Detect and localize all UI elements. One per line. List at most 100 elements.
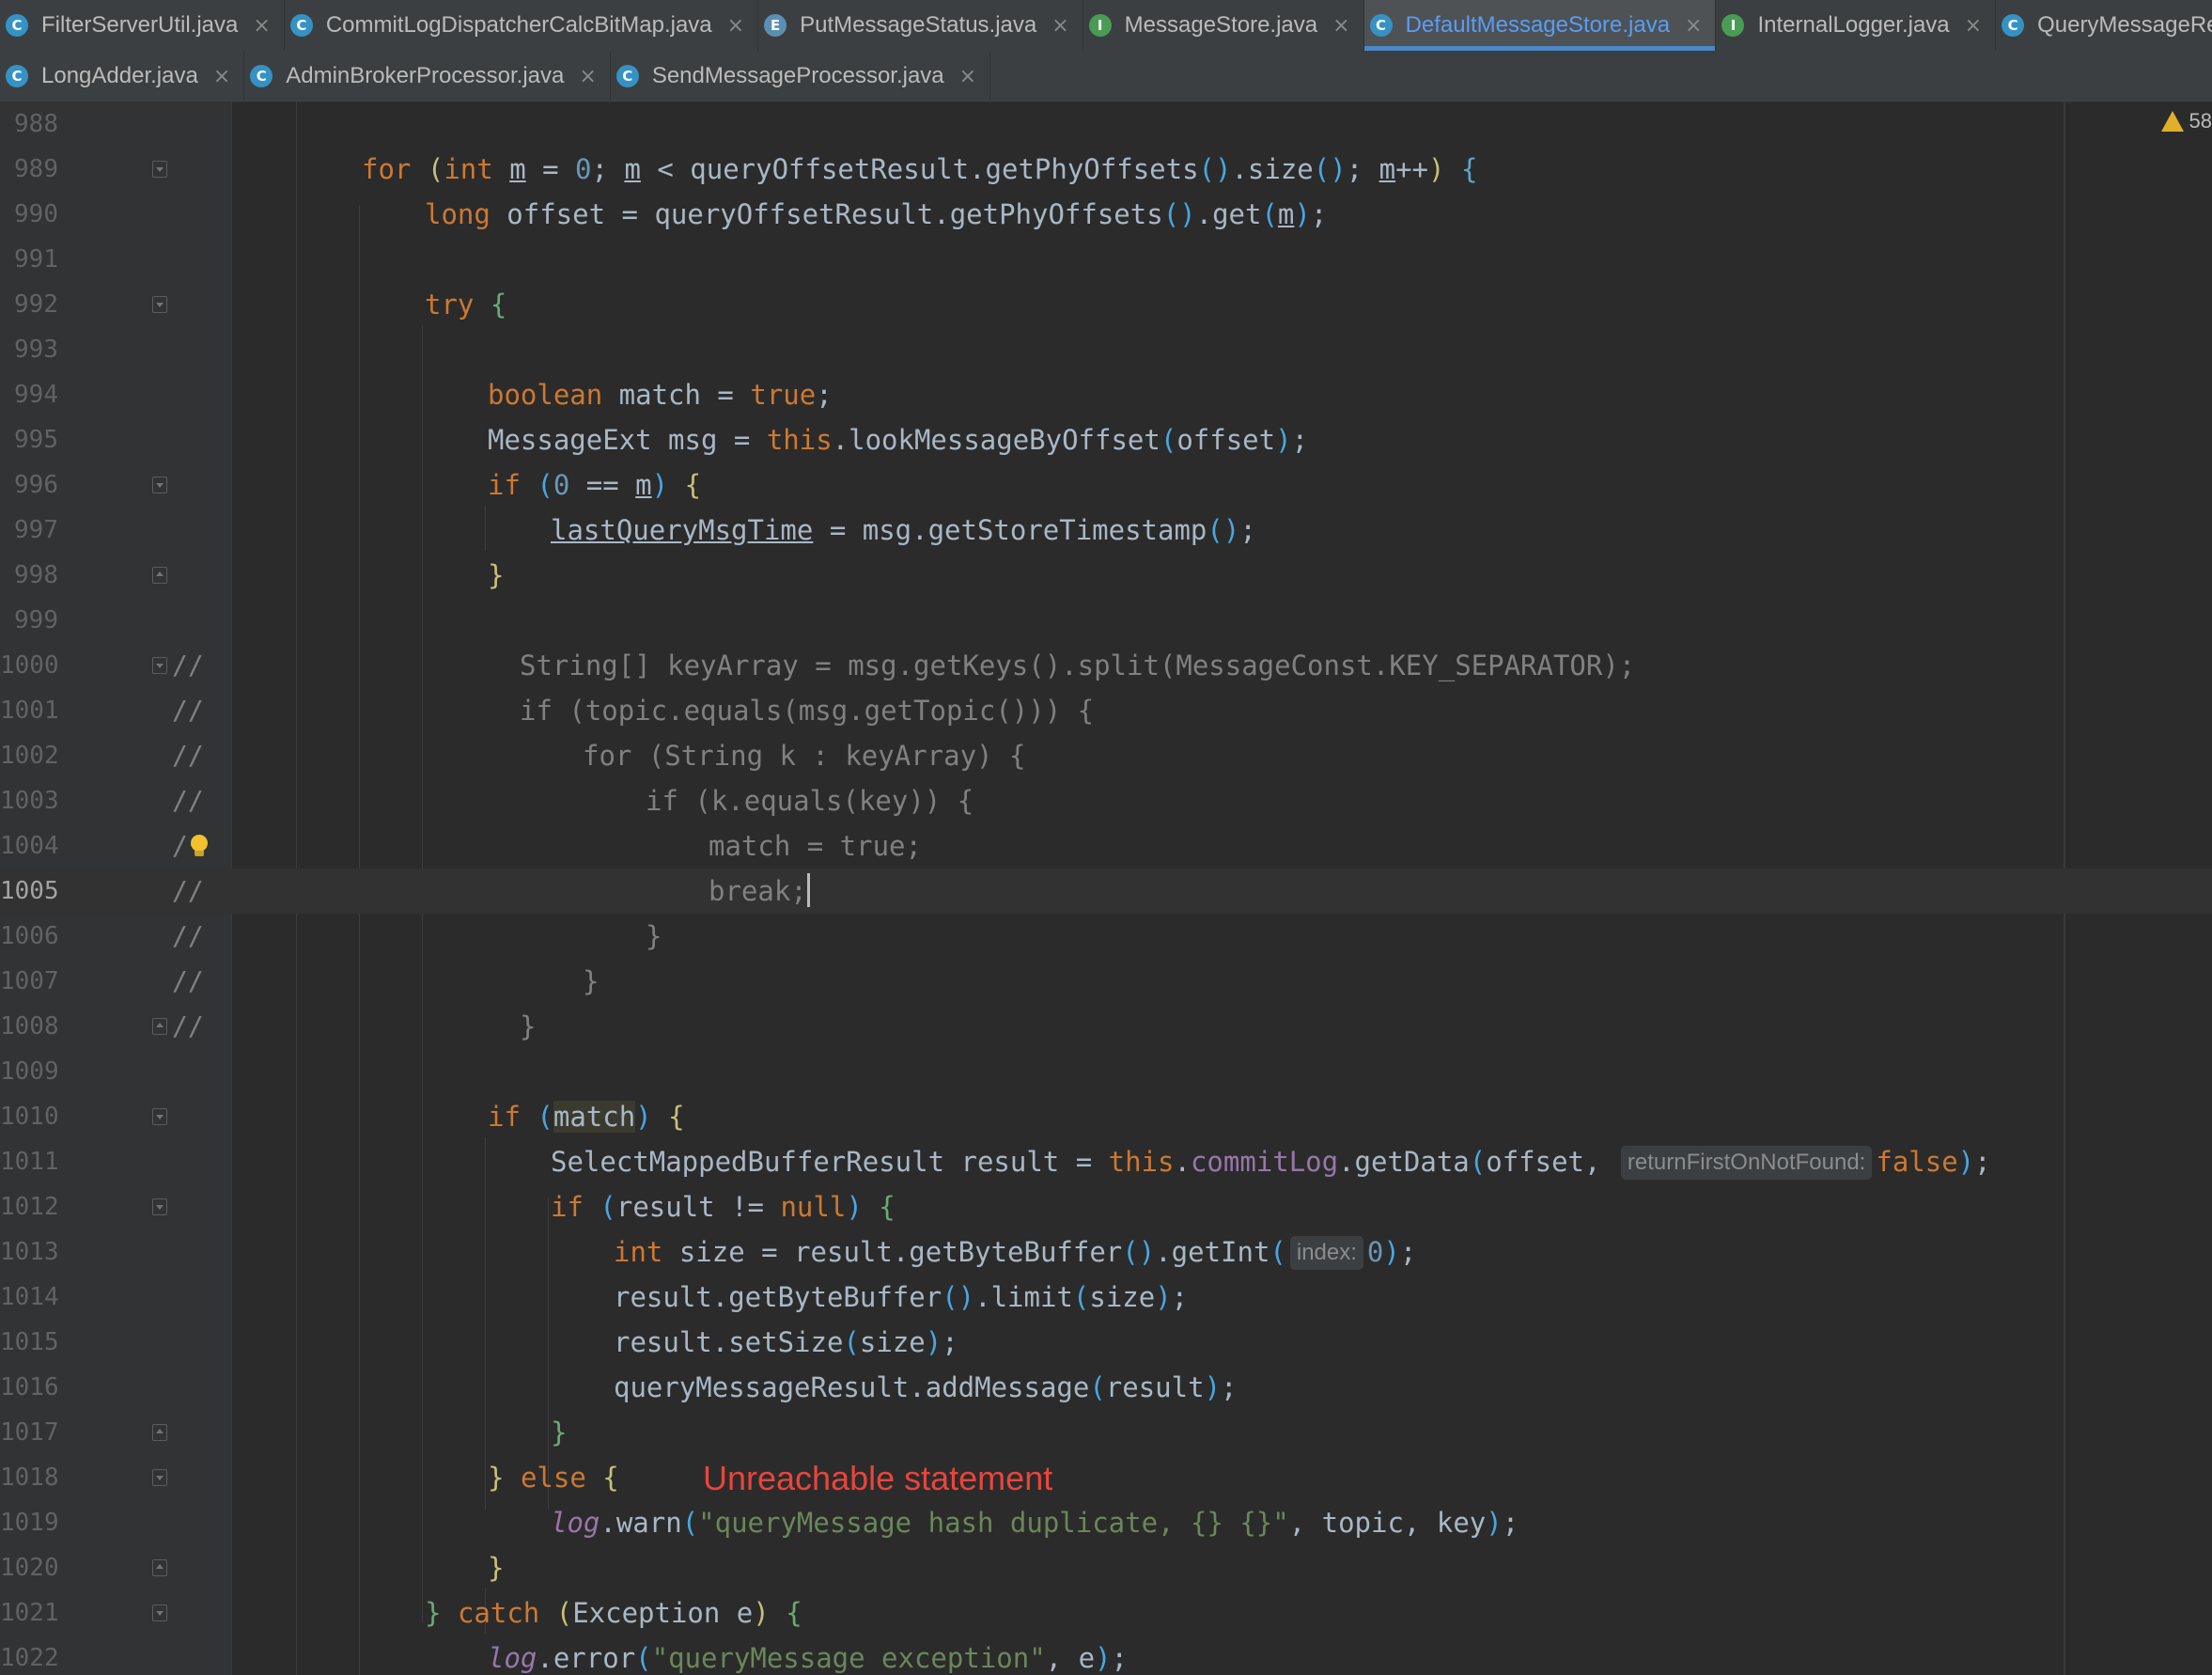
line-number: 1019 xyxy=(0,1509,59,1537)
close-icon[interactable]: × xyxy=(1332,14,1349,38)
code-line[interactable]: 997 lastQueryMsgTime = msg.getStoreTimes… xyxy=(0,508,2212,553)
class-icon: C xyxy=(615,65,639,87)
code-line-current[interactable]: 1005 // break; xyxy=(0,869,2212,914)
code-line[interactable]: 1014 result.getByteBuffer().limit(size); xyxy=(0,1275,2212,1320)
code-line[interactable]: 995 MessageExt msg = this.lookMessageByO… xyxy=(0,417,2212,462)
tab-label: MessageStore.java xyxy=(1124,12,1318,38)
tab-internal-logger[interactable]: I InternalLogger.java × xyxy=(1716,0,1997,51)
code-line[interactable]: 990 long offset = queryOffsetResult.getP… xyxy=(0,192,2212,237)
tab-put-message-status[interactable]: E PutMessageStatus.java × xyxy=(758,0,1083,51)
code-text: lastQueryMsgTime = msg.getStoreTimestamp… xyxy=(551,514,1256,546)
code-line[interactable]: 1000 // String[] keyArray = msg.getKeys(… xyxy=(0,643,2212,688)
code-line[interactable]: 1016 queryMessageResult.addMessage(resul… xyxy=(0,1365,2212,1410)
code-text: queryMessageResult.addMessage(result); xyxy=(614,1371,1238,1403)
code-line[interactable]: 1003 // if (k.equals(key)) { xyxy=(0,778,2212,823)
code-line[interactable]: 1011 SelectMappedBufferResult result = t… xyxy=(0,1139,2212,1184)
line-number: 992 xyxy=(14,290,58,319)
close-icon[interactable]: × xyxy=(213,65,230,88)
code-line[interactable]: 1006 // } xyxy=(0,914,2212,959)
comment-marker: // xyxy=(172,875,204,906)
code-line[interactable]: 1007 // } xyxy=(0,959,2212,1004)
close-icon[interactable]: × xyxy=(727,14,744,38)
code-text: break; xyxy=(709,869,810,914)
code-text: } catch (Exception e) { xyxy=(425,1597,802,1629)
tab-label: SendMessageProcessor.java xyxy=(651,63,944,88)
fold-icon[interactable] xyxy=(152,1108,167,1125)
code-line[interactable]: 993 xyxy=(0,327,2212,372)
close-icon[interactable]: × xyxy=(1965,14,1982,38)
code-line[interactable]: 1020 } xyxy=(0,1545,2212,1590)
line-number: 991 xyxy=(14,245,58,274)
code-text: String[] keyArray = msg.getKeys().split(… xyxy=(520,650,1636,681)
code-line[interactable]: 999 xyxy=(0,598,2212,643)
code-line[interactable]: 1015 result.setSize(size); xyxy=(0,1320,2212,1365)
interface-icon: I xyxy=(1721,14,1745,37)
code-line[interactable]: 991 xyxy=(0,237,2212,282)
line-number: 1004 xyxy=(0,832,59,860)
fold-icon[interactable] xyxy=(152,1469,167,1486)
code-line[interactable]: 1001 // if (topic.equals(msg.getTopic())… xyxy=(0,688,2212,733)
fold-icon[interactable] xyxy=(152,296,167,313)
close-icon[interactable]: × xyxy=(1685,14,1702,38)
code-line[interactable]: 1009 xyxy=(0,1049,2212,1094)
line-number: 1012 xyxy=(0,1193,59,1221)
fold-end-icon[interactable] xyxy=(152,1018,167,1035)
fold-icon[interactable] xyxy=(152,161,167,178)
code-text: if (0 == m) { xyxy=(488,469,702,501)
code-line[interactable]: 1021 } catch (Exception e) { xyxy=(0,1590,2212,1636)
code-line[interactable]: 1022 log.error("queryMessage exception",… xyxy=(0,1636,2212,1675)
code-line[interactable]: 989 for (int m = 0; m < queryOffsetResul… xyxy=(0,147,2212,192)
code-text: int size = result.getByteBuffer().getInt… xyxy=(614,1236,1417,1270)
code-text: boolean match = true; xyxy=(488,379,833,411)
code-line[interactable]: 1019 log.warn("queryMessage hash duplica… xyxy=(0,1500,2212,1545)
editor-tab-bar-row-1: C FilterServerUtil.java × C CommitLogDis… xyxy=(0,0,2212,52)
tab-message-store[interactable]: I MessageStore.java × xyxy=(1083,0,1364,51)
tab-admin-broker-processor[interactable]: C AdminBrokerProcessor.java × xyxy=(244,51,611,102)
comment-marker: // xyxy=(172,1010,204,1041)
code-line[interactable]: 1018 } else { Unreachable statement xyxy=(0,1455,2212,1500)
code-editor[interactable]: 58 988 989 for (int m = 0; m < queryOffs… xyxy=(0,102,2212,1675)
line-number: 1001 xyxy=(0,697,59,725)
fold-icon[interactable] xyxy=(152,1605,167,1621)
line-number: 1020 xyxy=(0,1554,59,1582)
tab-default-message-store[interactable]: C DefaultMessageStore.java × xyxy=(1363,0,1717,51)
close-icon[interactable]: × xyxy=(579,65,596,88)
tab-filter-server-util[interactable]: C FilterServerUtil.java × xyxy=(0,0,285,51)
tab-long-adder[interactable]: C LongAdder.java × xyxy=(0,51,245,102)
tab-label: AdminBrokerProcessor.java xyxy=(286,63,565,88)
fold-end-icon[interactable] xyxy=(152,1424,167,1441)
code-line[interactable]: 988 xyxy=(0,102,2212,147)
tab-label: LongAdder.java xyxy=(41,63,198,88)
close-icon[interactable]: × xyxy=(959,65,976,88)
code-line[interactable]: 994 boolean match = true; xyxy=(0,372,2212,417)
code-text: } xyxy=(646,920,662,952)
code-line[interactable]: 1013 int size = result.getByteBuffer().g… xyxy=(0,1229,2212,1275)
close-icon[interactable]: × xyxy=(1051,14,1068,38)
tab-label: InternalLogger.java xyxy=(1757,12,1950,38)
fold-end-icon[interactable] xyxy=(152,1559,167,1576)
tab-send-message-processor[interactable]: C SendMessageProcessor.java × xyxy=(611,51,991,102)
line-number: 996 xyxy=(14,471,58,499)
line-number: 988 xyxy=(14,110,58,138)
code-line[interactable]: 1002 // for (String k : keyArray) { xyxy=(0,733,2212,778)
code-line[interactable]: 1010 if (match) { xyxy=(0,1094,2212,1139)
close-icon[interactable]: × xyxy=(253,14,270,38)
fold-icon[interactable] xyxy=(152,657,167,674)
fold-icon[interactable] xyxy=(152,477,167,493)
editor-tab-bar-row-2: C LongAdder.java × C AdminBrokerProcesso… xyxy=(0,51,2212,102)
tab-query-message-result[interactable]: C QueryMessageResult.java xyxy=(1996,0,2212,51)
tab-commit-log-dispatcher-calc-bitmap[interactable]: C CommitLogDispatcherCalcBitMap.java × xyxy=(285,0,759,51)
line-number: 1006 xyxy=(0,922,59,950)
fold-end-icon[interactable] xyxy=(152,567,167,584)
code-line[interactable]: 1017 } xyxy=(0,1410,2212,1455)
lightbulb-icon[interactable] xyxy=(190,835,209,857)
code-line[interactable]: 996 if (0 == m) { xyxy=(0,462,2212,508)
fold-icon[interactable] xyxy=(152,1198,167,1215)
code-text: result.setSize(size); xyxy=(614,1326,958,1358)
code-line[interactable]: 998 } xyxy=(0,553,2212,598)
code-line[interactable]: 1008 // } xyxy=(0,1004,2212,1049)
code-line[interactable]: 1004 / match = true; xyxy=(0,823,2212,869)
line-number: 1016 xyxy=(0,1373,59,1401)
code-line[interactable]: 992 try { xyxy=(0,282,2212,327)
code-line[interactable]: 1012 if (result != null) { xyxy=(0,1184,2212,1229)
